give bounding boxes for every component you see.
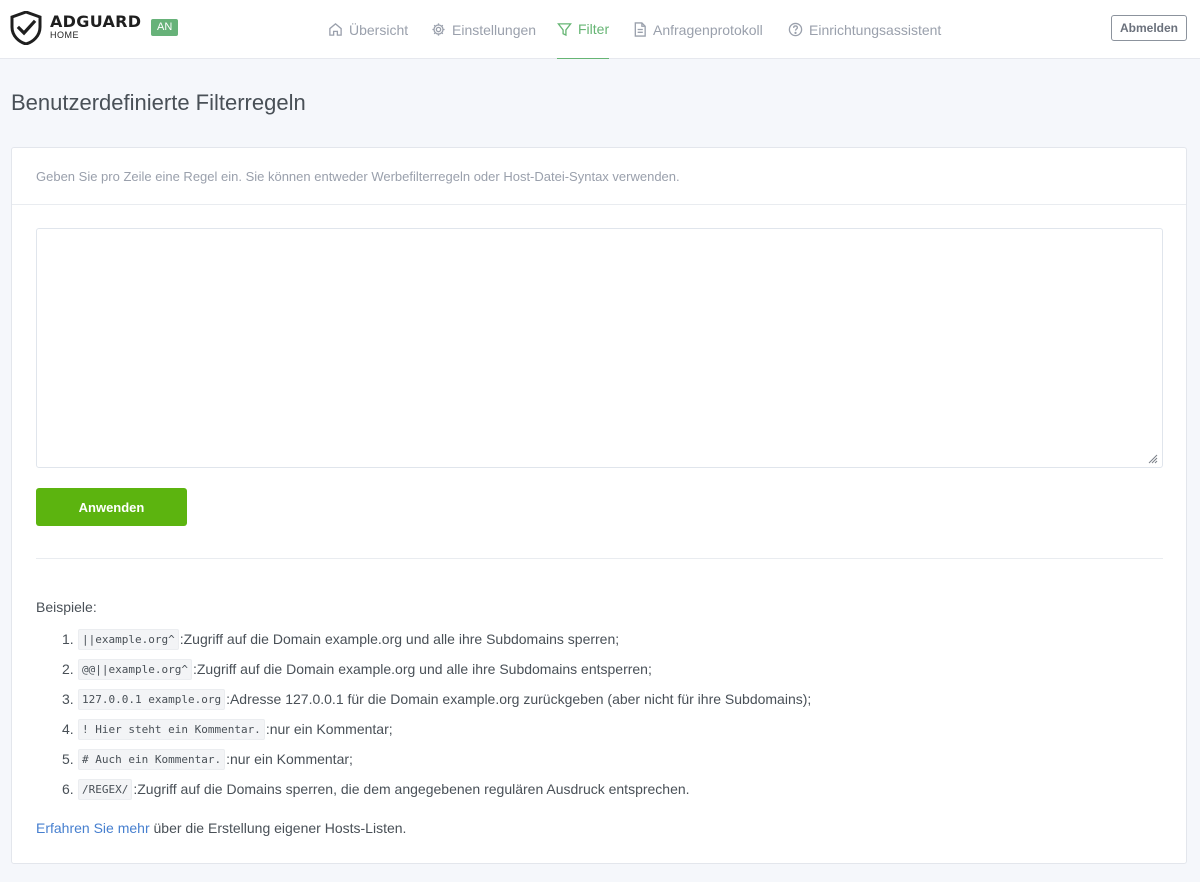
list-number: 6.	[62, 781, 74, 797]
list-item: 6. /REGEX/ :Zugriff auf die Domains sper…	[62, 774, 811, 804]
help-circle-icon	[788, 22, 803, 37]
document-icon	[634, 22, 646, 37]
divider	[36, 558, 1163, 559]
learn-more-link[interactable]: Erfahren Sie mehr	[36, 820, 150, 836]
brand-logo[interactable]: ADGUARD HOME	[10, 11, 141, 45]
nav-label: Übersicht	[349, 21, 409, 38]
example-text: :Adresse 127.0.0.1 für die Domain exampl…	[226, 691, 812, 707]
nav-item-settings[interactable]: Einstellungen	[431, 0, 536, 59]
list-number: 5.	[62, 751, 74, 767]
list-item: 2. @@||example.org^ :Zugriff auf die Dom…	[62, 654, 811, 684]
nav-item-query-log[interactable]: Anfragenprotokoll	[633, 0, 763, 59]
example-code: /REGEX/	[78, 778, 133, 800]
custom-rules-textarea[interactable]	[36, 228, 1163, 468]
examples-list: 1. ||example.org^ :Zugriff auf die Domai…	[62, 624, 811, 804]
learn-more-text: über die Erstellung eigener Hosts-Listen…	[149, 820, 407, 836]
examples-heading: Beispiele:	[36, 599, 97, 615]
example-code: @@||example.org^	[78, 658, 192, 680]
list-number: 1.	[62, 631, 74, 647]
top-navbar: ADGUARD HOME AN Übersicht Einstellungen …	[0, 0, 1200, 59]
nav-label: Einstellungen	[452, 21, 537, 38]
nav-item-setup-guide[interactable]: Einrichtungsassistent	[788, 0, 941, 59]
shield-check-icon	[10, 11, 42, 45]
protection-status-badge: AN	[151, 19, 179, 36]
card-description: Geben Sie pro Zeile eine Regel ein. Sie …	[12, 148, 1186, 205]
list-item: 3. 127.0.0.1 example.org :Adresse 127.0.…	[62, 684, 811, 714]
brand-name: ADGUARD	[50, 12, 142, 31]
example-text: :Zugriff auf die Domains sperren, die de…	[133, 781, 690, 797]
example-text: :Zugriff auf die Domain example.org und …	[179, 631, 620, 647]
nav-item-filter[interactable]: Filter	[557, 0, 610, 59]
learn-more-paragraph: Erfahren Sie mehr über die Erstellung ei…	[36, 820, 406, 836]
example-text: :nur ein Kommentar;	[226, 751, 353, 767]
resize-grip-icon[interactable]	[1146, 452, 1158, 464]
logout-button[interactable]: Abmelden	[1111, 15, 1187, 41]
example-code: ||example.org^	[78, 628, 179, 650]
example-text: :Zugriff auf die Domain example.org und …	[192, 661, 652, 677]
example-code: ! Hier steht ein Kommentar.	[78, 718, 265, 740]
list-number: 2.	[62, 661, 74, 677]
nav-item-overview[interactable]: Übersicht	[328, 0, 408, 59]
example-text: :nur ein Kommentar;	[265, 721, 393, 737]
nav-label: Anfragenprotokoll	[653, 21, 763, 38]
nav-label: Einrichtungsassistent	[809, 21, 942, 38]
list-number: 3.	[62, 691, 74, 707]
example-code: # Auch ein Kommentar.	[78, 748, 226, 770]
apply-button[interactable]: Anwenden	[36, 488, 187, 526]
list-item: 4. ! Hier steht ein Kommentar. :nur ein …	[62, 714, 811, 744]
home-icon	[329, 23, 342, 36]
page-title: Benutzerdefinierte Filterregeln	[11, 90, 306, 115]
custom-rules-card: Geben Sie pro Zeile eine Regel ein. Sie …	[11, 147, 1187, 864]
list-number: 4.	[62, 721, 74, 737]
funnel-icon	[557, 22, 572, 36]
example-code: 127.0.0.1 example.org	[78, 688, 226, 710]
list-item: 5. # Auch ein Kommentar. :nur ein Kommen…	[62, 744, 811, 774]
brand-subtitle: HOME	[50, 30, 79, 40]
list-item: 1. ||example.org^ :Zugriff auf die Domai…	[62, 624, 811, 654]
nav-label: Filter	[578, 21, 610, 37]
gear-icon	[432, 23, 445, 36]
